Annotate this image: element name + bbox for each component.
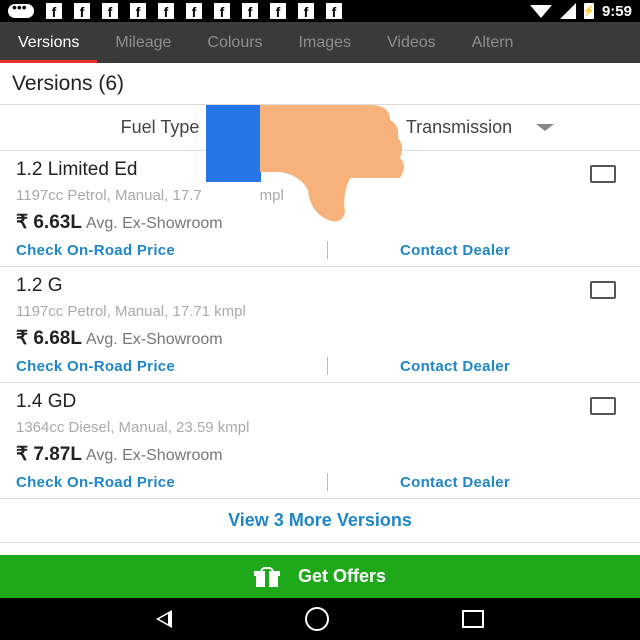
price-note: Avg. Ex-Showroom — [85, 215, 223, 232]
facebook-icon: f — [298, 3, 314, 19]
check-onroad-price-link[interactable]: Check On-Road Price — [16, 358, 175, 375]
chat-icon — [8, 0, 34, 18]
contact-dealer-link[interactable]: Contact Dealer — [400, 358, 510, 375]
check-onroad-price-link[interactable]: Check On-Road Price — [16, 474, 175, 491]
battery-icon: ⚡ — [583, 3, 595, 19]
tab-mileage[interactable]: Mileage — [97, 22, 189, 63]
price-value: ₹ 6.68L — [16, 328, 82, 349]
facebook-icon: f — [186, 3, 202, 19]
facebook-icon: f — [74, 3, 90, 19]
action-divider — [327, 473, 328, 491]
notification-icons: f f f f f f f f f f f — [8, 0, 342, 19]
compare-checkbox[interactable] — [590, 281, 616, 299]
compare-checkbox[interactable] — [590, 165, 616, 183]
card-actions: Check On-Road Price Contact Dealer — [0, 355, 640, 377]
facebook-icon: f — [214, 3, 230, 19]
tab-images[interactable]: Images — [281, 22, 369, 63]
contact-dealer-link[interactable]: Contact Dealer — [400, 242, 510, 259]
action-divider — [327, 241, 328, 259]
get-offers-label: Get Offers — [297, 566, 387, 586]
facebook-icon: f — [102, 3, 118, 19]
gift-icon — [253, 566, 280, 587]
action-divider — [327, 357, 328, 375]
clock: 9:59 — [601, 2, 632, 20]
version-price: ₹ 7.87L Avg. Ex-Showroom — [16, 443, 223, 466]
fuel-type-label: Fuel Type — [120, 117, 200, 137]
facebook-icon: f — [46, 3, 62, 19]
version-spec: 1197cc Petrol, Manual, 17.71 kmpl — [16, 303, 246, 320]
tab-alternatives[interactable]: Altern — [454, 22, 532, 63]
facebook-icon: f — [158, 3, 174, 19]
system-nav-bar — [0, 598, 640, 640]
compare-checkbox[interactable] — [590, 397, 616, 415]
contact-dealer-link[interactable]: Contact Dealer — [400, 474, 510, 491]
version-spec-text: 1197cc Petrol, Manual, 17.7 — [16, 187, 202, 204]
price-note: Avg. Ex-Showroom — [85, 331, 223, 348]
versions-title: Versions (6) — [0, 63, 640, 105]
back-icon[interactable] — [156, 610, 173, 628]
recent-apps-icon[interactable] — [461, 610, 484, 628]
card-actions: Check On-Road Price Contact Dealer — [0, 239, 640, 261]
version-price: ₹ 6.63L Avg. Ex-Showroom — [16, 211, 223, 234]
version-price: ₹ 6.68L Avg. Ex-Showroom — [16, 327, 223, 350]
facebook-icon: f — [242, 3, 258, 19]
version-spec: 1197cc Petrol, Manual, 17.7 mpl — [16, 187, 284, 204]
version-card: 1.4 GD 1364cc Diesel, Manual, 23.59 kmpl… — [0, 383, 640, 499]
check-onroad-price-link[interactable]: Check On-Road Price — [16, 242, 175, 259]
dropdown-arrow-icon — [536, 124, 555, 131]
tab-versions[interactable]: Versions — [0, 22, 98, 63]
status-bar: f f f f f f f f f f f ⚡ 9:59 — [0, 0, 640, 22]
tab-bar: Versions Mileage Colours Images Videos A… — [0, 22, 640, 63]
version-card: 1.2 G 1197cc Petrol, Manual, 17.71 kmpl … — [0, 267, 640, 383]
signal-icon — [559, 3, 576, 19]
view-more-versions-button[interactable]: View 3 More Versions — [0, 499, 640, 543]
price-note: Avg. Ex-Showroom — [85, 447, 223, 464]
version-name: 1.2 G — [16, 275, 63, 296]
wifi-icon — [529, 4, 552, 18]
system-indicators: ⚡ 9:59 — [529, 2, 632, 20]
facebook-icon: f — [270, 3, 286, 19]
get-offers-button[interactable]: Get Offers — [0, 555, 640, 598]
transmission-label: Transmission — [405, 117, 513, 137]
version-name: 1.2 Limited Ed — [16, 159, 138, 180]
facebook-icon: f — [326, 3, 342, 19]
version-spec: 1364cc Diesel, Manual, 23.59 kmpl — [16, 419, 250, 436]
tab-videos[interactable]: Videos — [369, 22, 454, 63]
thumbs-down-icon — [260, 105, 404, 222]
price-value: ₹ 6.63L — [16, 212, 82, 233]
card-actions: Check On-Road Price Contact Dealer — [0, 471, 640, 493]
facebook-icon: f — [130, 3, 146, 19]
home-icon[interactable] — [304, 607, 329, 631]
tab-colours[interactable]: Colours — [189, 22, 280, 63]
price-value: ₹ 7.87L — [16, 444, 82, 465]
version-name: 1.4 GD — [16, 391, 77, 412]
